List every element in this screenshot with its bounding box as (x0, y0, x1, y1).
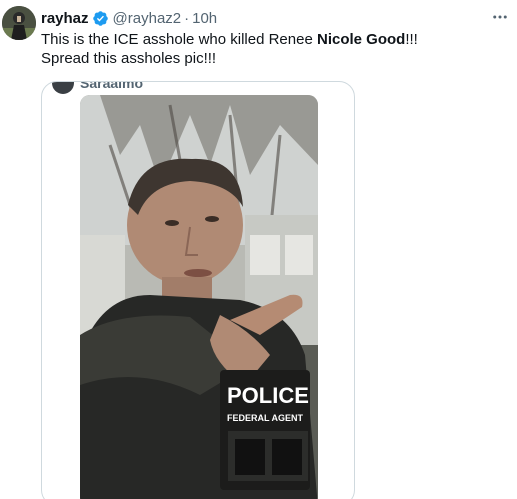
more-horizontal-icon[interactable] (491, 8, 509, 26)
vest-police-text: POLICE (227, 383, 309, 408)
quoted-post-card[interactable]: Saraaimo POLICE FEDERAL AGENT (41, 81, 355, 499)
vest-agent-text: FEDERAL AGENT (227, 413, 304, 423)
author-handle[interactable]: @rayhaz2 (113, 10, 182, 27)
tweet-header: rayhaz @rayhaz2 · 10h (41, 8, 217, 28)
tweet-text-line1: This is the ICE asshole who killed Renee… (41, 30, 481, 49)
quoted-author-avatar (52, 82, 74, 94)
tweet-text-bold: Nicole Good (316, 31, 406, 48)
tweet-text-part1: This is the ICE asshole who killed Renee (41, 31, 317, 48)
tweet-body: This is the ICE asshole who killed Renee… (41, 30, 481, 68)
tweet-text-part2: !!! (405, 31, 418, 48)
separator-dot: · (184, 9, 190, 27)
quoted-post-header: Saraaimo (52, 81, 144, 94)
author-avatar[interactable] (2, 6, 36, 40)
quoted-author-name: Saraaimo (80, 81, 144, 91)
verified-badge-icon (92, 10, 109, 27)
quoted-post-image[interactable]: POLICE FEDERAL AGENT (80, 95, 318, 499)
tweet-text-line2: Spread this assholes pic!!! (41, 50, 217, 67)
author-name[interactable]: rayhaz (41, 10, 89, 27)
timestamp[interactable]: 10h (192, 10, 217, 27)
